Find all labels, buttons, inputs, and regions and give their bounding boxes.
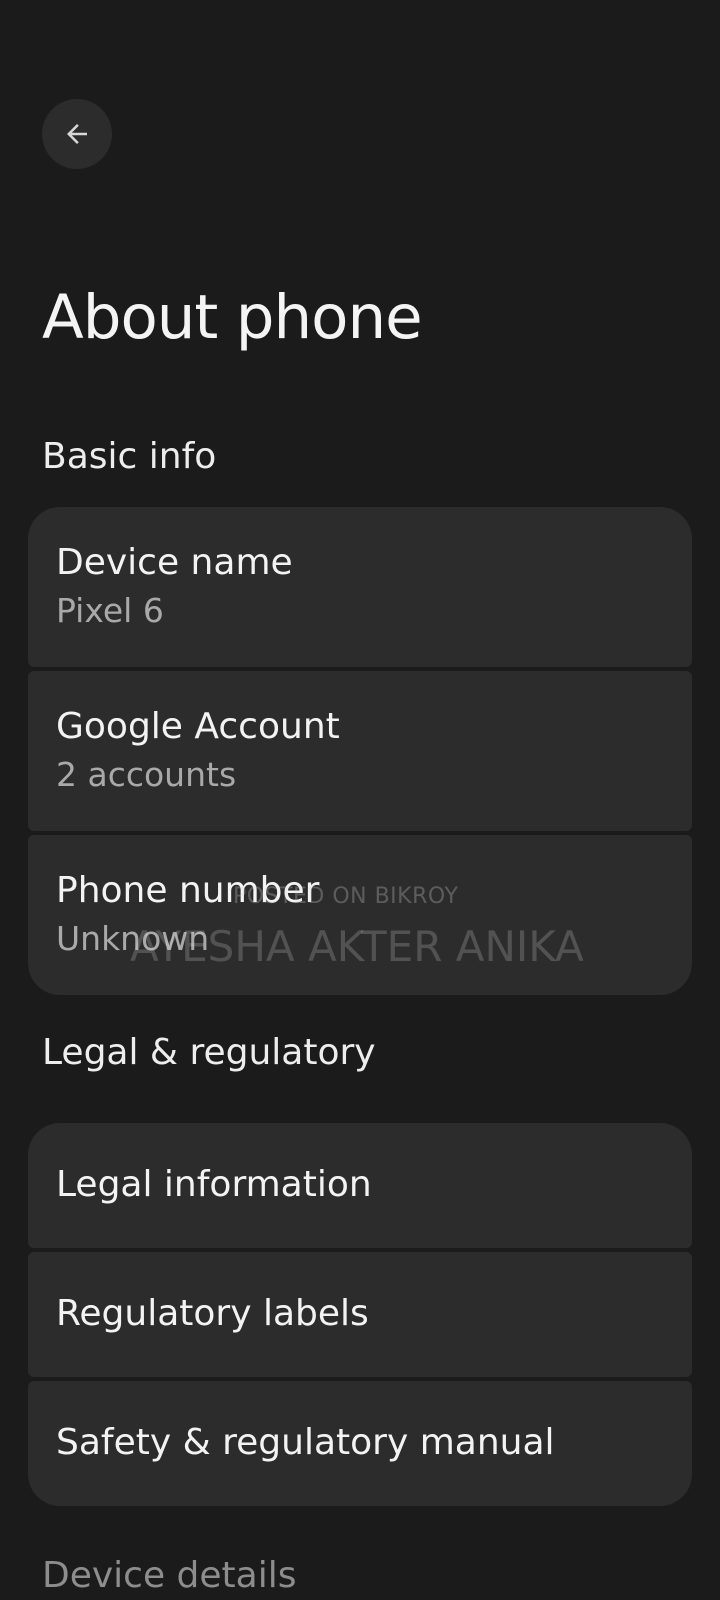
page-title: About phone: [42, 282, 423, 353]
google-account-value: 2 accounts: [56, 755, 237, 795]
device-name-label: Device name: [56, 541, 293, 583]
section-header-basic-info: Basic info: [42, 436, 217, 477]
section-header-device-details: Device details: [42, 1555, 297, 1596]
basic-info-group: Device name Pixel 6 Google Account 2 acc…: [28, 507, 692, 995]
phone-number-item[interactable]: Phone number Unknown: [28, 835, 692, 995]
legal-group: Legal information Regulatory labels Safe…: [28, 1123, 692, 1506]
regulatory-labels-label: Regulatory labels: [56, 1293, 369, 1335]
legal-information-label: Legal information: [56, 1164, 372, 1206]
arrow-left-icon: [62, 119, 92, 149]
regulatory-labels-item[interactable]: Regulatory labels: [28, 1252, 692, 1377]
back-button[interactable]: [42, 99, 112, 169]
phone-number-label: Phone number: [56, 869, 320, 911]
device-name-value: Pixel 6: [56, 591, 164, 631]
google-account-label: Google Account: [56, 705, 340, 747]
safety-regulatory-manual-label: Safety & regulatory manual: [56, 1422, 555, 1464]
phone-number-value: Unknown: [56, 919, 210, 959]
safety-regulatory-manual-item[interactable]: Safety & regulatory manual: [28, 1381, 692, 1506]
section-header-legal-regulatory: Legal & regulatory: [42, 1032, 376, 1073]
device-name-item[interactable]: Device name Pixel 6: [28, 507, 692, 667]
legal-information-item[interactable]: Legal information: [28, 1123, 692, 1248]
google-account-item[interactable]: Google Account 2 accounts: [28, 671, 692, 831]
